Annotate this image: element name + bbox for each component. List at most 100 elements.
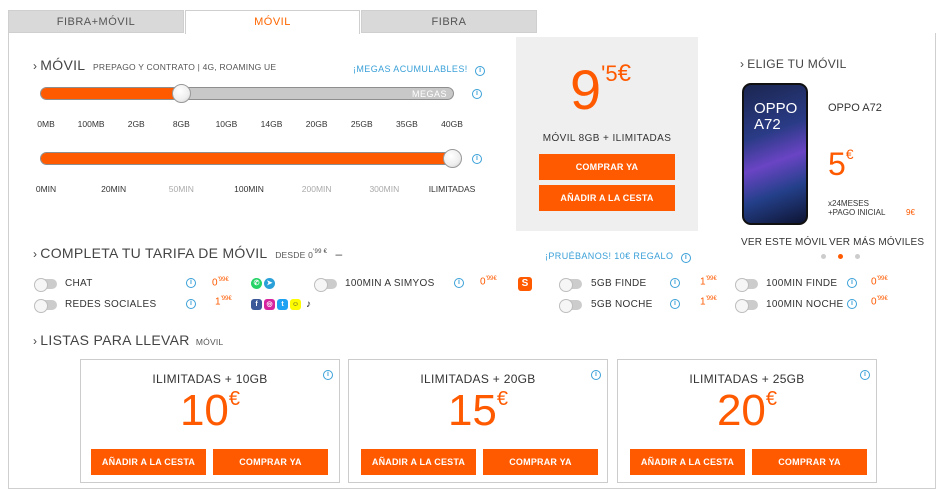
info-icon[interactable]: i [475,66,486,76]
info-icon[interactable]: i [472,154,482,164]
tab-fibra-movil[interactable]: FIBRA+MÓVIL [8,10,184,33]
carousel-dot[interactable] [821,254,826,259]
info-icon[interactable]: i [323,370,333,380]
bundle-title: ILIMITADAS + 20GB [420,372,536,386]
buy-now-button[interactable]: COMPRAR YA [483,449,598,475]
minutes-tick: 0MIN [35,184,57,194]
snapchat-icon: ☺ [290,299,301,310]
carousel-dot[interactable] [855,254,860,259]
listas-title: LISTAS PARA LLEVAR [40,332,190,348]
option-5gb-noche-label: 5GB NOCHE [591,299,653,310]
tab-fibra[interactable]: FIBRA [361,10,537,33]
megas-tick: 25GB [350,119,373,129]
minutes-slider-thumb[interactable] [443,149,462,168]
more-phones-link[interactable]: VER MÁS MÓVILES [829,237,924,248]
phone-model: OPPO A72 [828,102,882,114]
info-icon[interactable]: i [847,278,857,288]
listas-section-header: › LISTAS PARA LLEVAR MÓVIL [33,332,223,348]
simyo-icon: S [518,277,532,291]
megas-slider-label: MEGAS [411,89,447,99]
option-100min-noche-price: 0'99€ [871,296,888,308]
info-icon[interactable]: i [454,278,464,288]
elige-movil-header: › ELIGE TU MÓVIL [740,57,847,71]
add-to-cart-button[interactable]: AÑADIR A LA CESTA [630,449,745,475]
info-icon[interactable]: i [670,278,680,288]
price-display: 9'5€ [570,57,631,122]
price-summary-box: 9'5€ MÓVIL 8GB + ILIMITADAS COMPRAR YA A… [516,37,698,231]
buy-now-button[interactable]: COMPRAR YA [752,449,867,475]
megas-tick: 35GB [396,119,418,129]
chevron-right-icon: › [33,334,38,348]
promo-label: ¡PRUÉBANOS! 10€ REGALO [545,251,674,261]
bundle-card: ILIMITADAS + 10GB i 10€ AÑADIR A LA CEST… [80,359,340,483]
movil-subtitle: PREPAGO Y CONTRATO | 4G, ROAMING UE [93,62,277,72]
megas-tick: 14GB [260,119,283,129]
info-icon[interactable]: i [186,278,196,288]
megas-tick: 20GB [305,119,328,129]
info-icon[interactable]: i [186,299,196,309]
instagram-icon: ◎ [264,299,275,310]
option-simyos-label: 100MIN A SIMYOS [345,278,435,289]
minutes-tick: 20MIN [101,184,127,194]
listas-sub: MÓVIL [195,337,224,347]
phone-image[interactable]: OPPO A72 [742,83,808,225]
info-icon[interactable]: i [591,370,601,380]
toggle-5gb-noche[interactable] [559,299,582,313]
megas-slider-fill [41,88,183,99]
option-simyos-price: 0'99€ [480,276,497,288]
add-to-cart-button[interactable]: AÑADIR A LA CESTA [539,185,675,211]
megas-acumulables-link[interactable]: ¡MEGAS ACUMULABLES! i [353,59,486,77]
toggle-5gb-finde[interactable] [559,278,582,292]
option-5gb-finde-label: 5GB FINDE [591,278,647,289]
info-icon[interactable]: i [847,299,857,309]
option-5gb-finde-price: 1'99€ [700,276,717,288]
toggle-chat[interactable] [34,278,57,292]
completa-desde-sup: '99 € [313,249,328,255]
promo-link[interactable]: ¡PRUÉBANOS! 10€ REGALO i [545,246,691,264]
chevron-right-icon: › [33,59,38,73]
view-phone-link[interactable]: VER ESTE MÓVIL [741,237,827,248]
minutes-tick: 300MIN [369,184,400,194]
add-to-cart-button[interactable]: AÑADIR A LA CESTA [361,449,476,475]
minutes-tick: 50MIN [168,184,194,194]
bundle-title: ILIMITADAS + 25GB [689,372,805,386]
minutes-tick: ILIMITADAS [428,184,476,194]
completa-dash: – [335,247,343,261]
info-icon[interactable]: i [670,299,680,309]
toggle-100min-simyos[interactable] [314,278,337,292]
price-currency: € [617,60,631,87]
whatsapp-icon: ✆ [251,278,262,289]
toggle-100min-noche[interactable] [735,299,758,313]
carousel-dot-active[interactable] [838,254,843,259]
bundle-card: ILIMITADAS + 25GB i 20€ AÑADIR A LA CEST… [617,359,877,483]
price-decimals: '5 [601,61,618,86]
megas-slider[interactable]: MEGAS [40,87,454,100]
info-icon[interactable]: i [680,253,691,263]
tab-movil[interactable]: MÓVIL [185,10,360,34]
bundle-price: 20€ [716,386,778,435]
info-icon[interactable]: i [860,370,870,380]
megas-tick: 2GB [127,119,145,129]
facebook-icon: f [251,299,262,310]
bundle-price: 10€ [179,386,241,435]
completa-title: COMPLETA TU TARIFA DE MÓVIL [40,245,268,261]
bundle-title: ILIMITADAS + 10GB [152,372,268,386]
minutes-slider[interactable] [40,152,454,165]
plan-summary: MÓVIL 8GB + ILIMITADAS [542,133,672,144]
option-100min-noche-label: 100MIN NOCHE [766,299,844,310]
toggle-redes-sociales[interactable] [34,299,57,313]
buy-now-button[interactable]: COMPRAR YA [539,154,675,180]
minutes-tick: 200MIN [301,184,332,194]
add-to-cart-button[interactable]: AÑADIR A LA CESTA [91,449,206,475]
toggle-100min-finde[interactable] [735,278,758,292]
minutes-slider-fill [41,153,453,164]
twitter-icon: t [277,299,288,310]
buy-now-button[interactable]: COMPRAR YA [213,449,328,475]
minutes-tick: 100MIN [234,184,264,194]
info-icon[interactable]: i [472,89,482,99]
megas-tick: 40GB [441,119,463,129]
price-integer: 9 [570,58,602,121]
chevron-right-icon: › [33,247,38,261]
megas-tick: 10GB [215,119,238,129]
megas-tick: 8GB [172,119,190,129]
